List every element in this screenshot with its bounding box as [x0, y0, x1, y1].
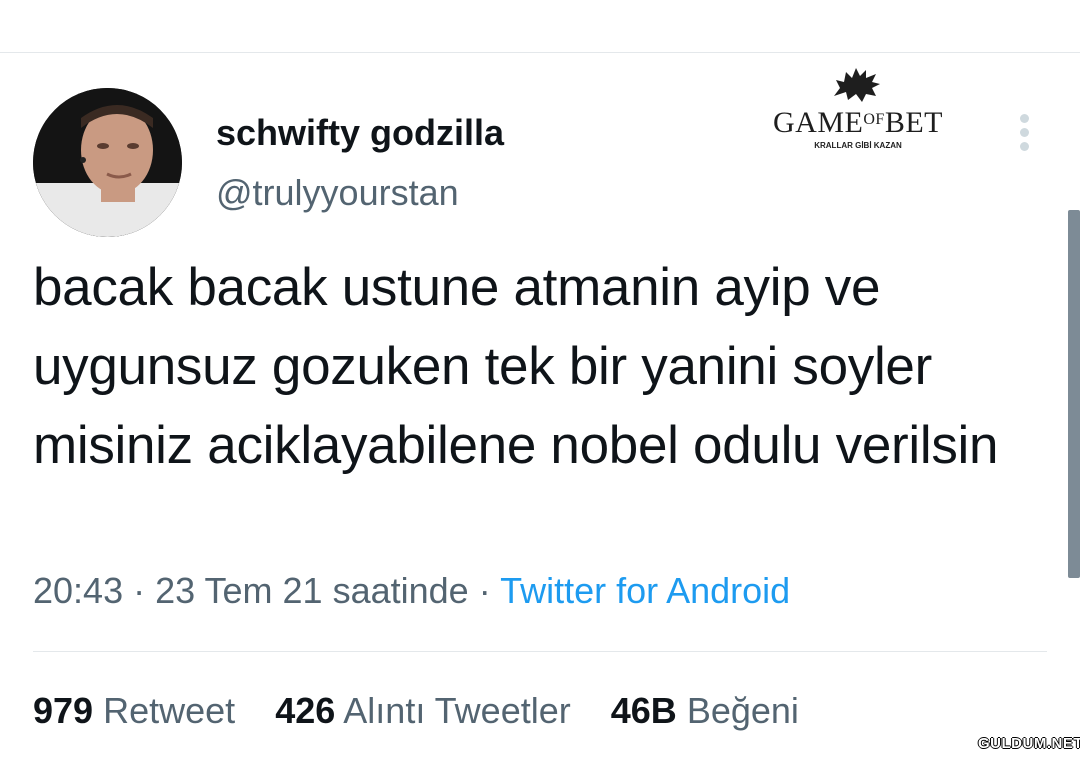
quote-tweet-label: Alıntı Tweetler: [343, 690, 571, 731]
avatar[interactable]: [33, 88, 182, 237]
site-watermark: GULDUM.NET: [978, 735, 1080, 752]
top-divider: [0, 52, 1080, 53]
like-label: Beğeni: [686, 690, 799, 731]
quote-tweet-count: 426: [275, 690, 336, 731]
more-vertical-icon-dot: [1020, 128, 1029, 137]
retweet-count: 979: [33, 690, 94, 731]
wolf-icon: [834, 68, 880, 102]
stats-divider: [33, 651, 1047, 652]
like-count: 46B: [610, 690, 677, 731]
more-vertical-icon-dot: [1020, 142, 1029, 151]
wordmark-of: OF: [863, 111, 885, 128]
author-display-name[interactable]: schwifty godzilla: [216, 112, 504, 154]
sponsor-logo: GAMEOFBET KRALLAR GİBİ KAZAN: [770, 66, 946, 156]
tweet-text: bacak bacak ustune atmanin ayip ve uygun…: [33, 258, 999, 475]
meta-separator: ·: [478, 570, 491, 611]
meta-separator: ·: [133, 570, 146, 611]
like-stat[interactable]: 46B Beğeni: [611, 690, 799, 732]
retweet-stat[interactable]: 979 Retweet: [33, 690, 235, 732]
tweet-stats: 979 Retweet 426 Alıntı Tweetler 46B Beğe…: [33, 690, 829, 732]
tweet-date[interactable]: 23 Tem 21 saatinde: [155, 570, 469, 611]
tweet-source-link[interactable]: Twitter for Android: [500, 570, 790, 611]
quote-tweet-stat[interactable]: 426 Alıntı Tweetler: [275, 690, 571, 732]
tweet-time[interactable]: 20:43: [33, 570, 123, 611]
tweet-meta: 20:43 · 23 Tem 21 saatinde · Twitter for…: [33, 570, 790, 612]
avatar-photo: [33, 88, 182, 237]
author-handle[interactable]: @trulyyourstan: [216, 172, 459, 214]
wordmark-bet: BET: [884, 106, 943, 139]
scrollbar[interactable]: [1068, 210, 1080, 578]
more-vertical-icon: [1020, 114, 1029, 123]
sponsor-wordmark: GAMEOFBET: [770, 106, 946, 140]
retweet-label: Retweet: [103, 690, 236, 731]
wordmark-game: GAME: [773, 106, 864, 139]
more-options-button[interactable]: [1008, 108, 1042, 156]
sponsor-tagline: KRALLAR GİBİ KAZAN: [814, 141, 902, 150]
